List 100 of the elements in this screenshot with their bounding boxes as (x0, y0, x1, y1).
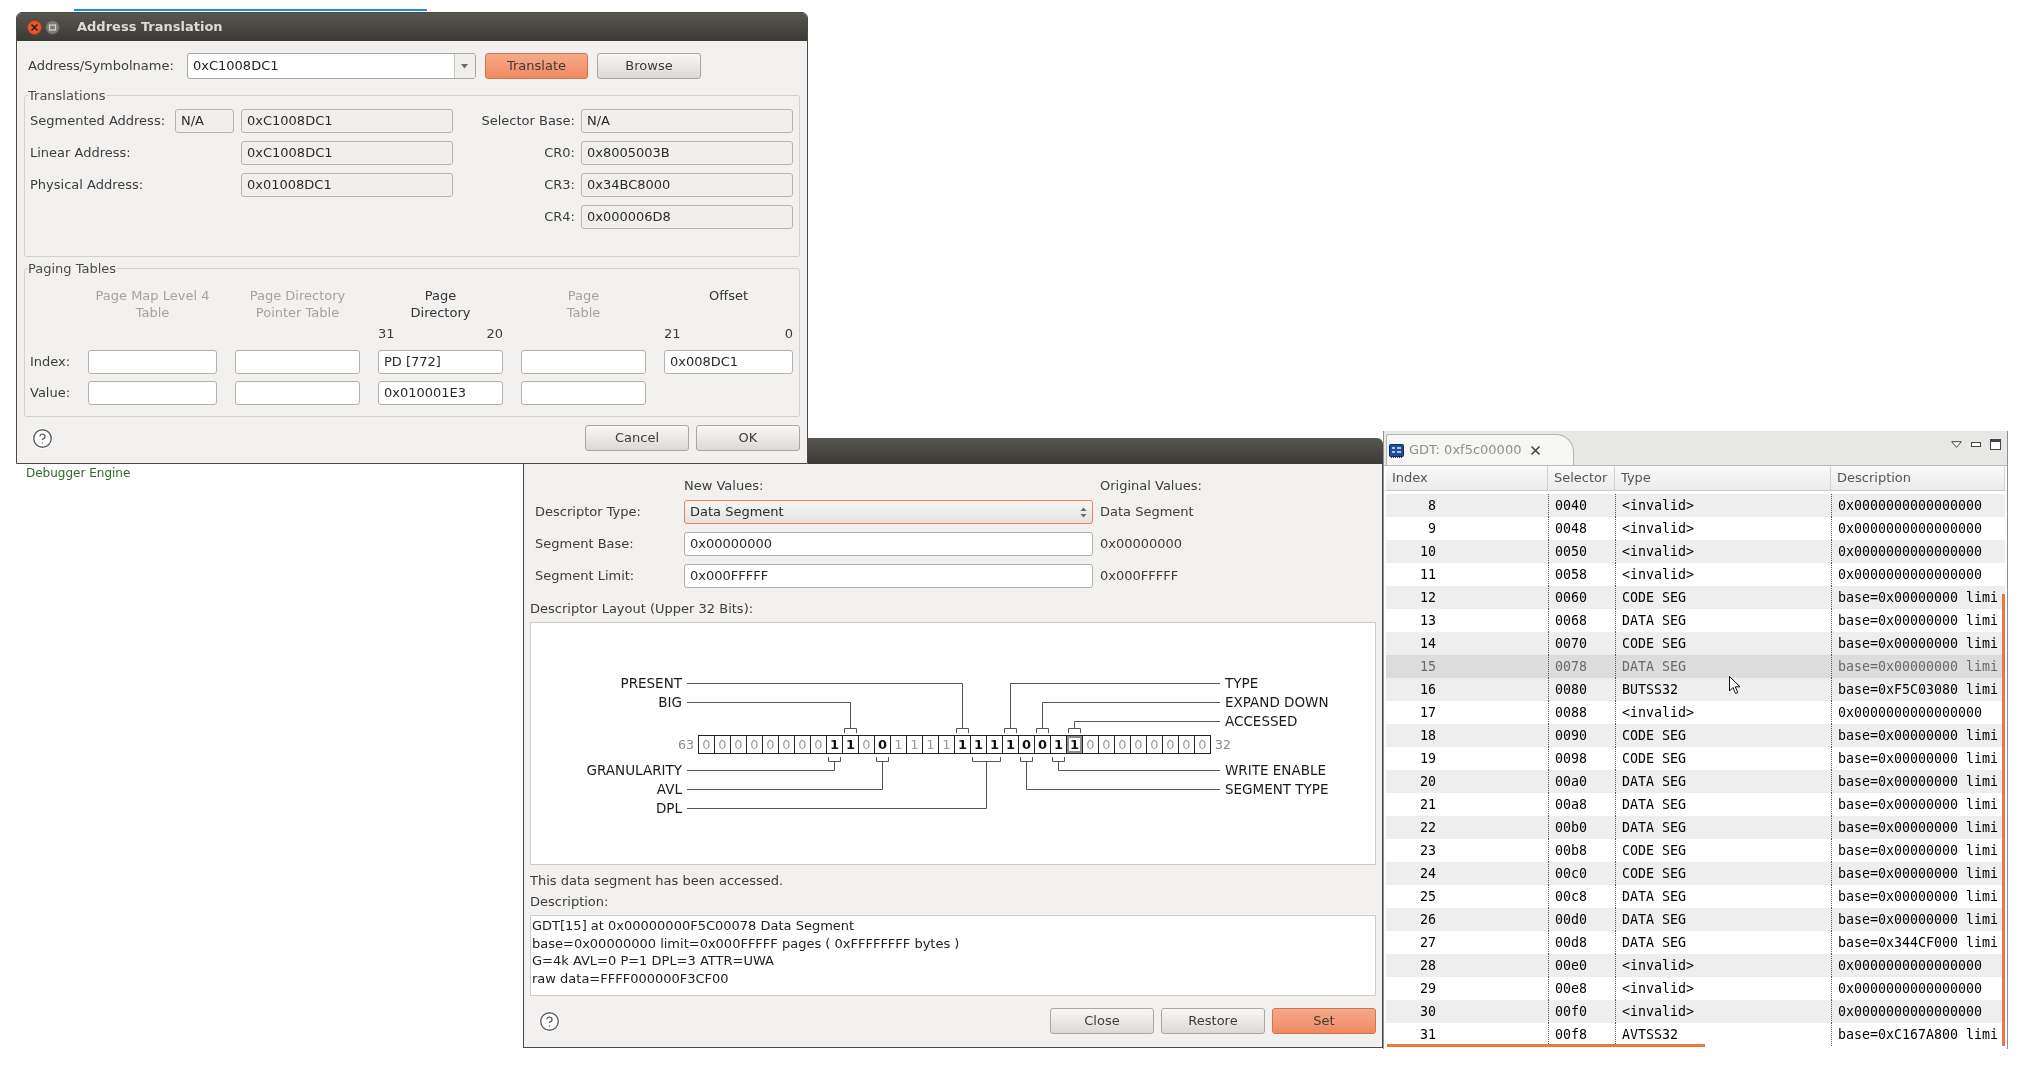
bit-field-label: AVL (656, 781, 682, 797)
field-label: Physical Address: (30, 176, 145, 195)
dialog-button[interactable]: OK (696, 425, 800, 451)
description-field[interactable]: GDT[15] at 0x00000000F5C00078 Data Segment base=0x00000000 limit=0x000FFFFF pages ( 0xFFFFFFFF bytes ) G=4k AVL=0 P=1 DPL=3 ATTR=UWA raw data=FFFF000000F3CF00 (530, 915, 1376, 996)
table-row[interactable]: 15 0078 DATA SEG base=0x00000000 limi (1386, 655, 2005, 678)
column-header[interactable]: Selector (1548, 466, 1615, 490)
dialog-button[interactable]: Set (1272, 1008, 1376, 1034)
table-row[interactable]: 24 00c0 CODE SEG base=0x00000000 limi (1386, 862, 2005, 885)
help-icon[interactable] (539, 1010, 560, 1032)
text-field[interactable] (521, 350, 646, 374)
table-row[interactable]: 14 0070 CODE SEG base=0x00000000 limi (1386, 632, 2005, 655)
bit-cell: 0 (730, 735, 747, 754)
dialog-button[interactable]: Cancel (585, 425, 689, 451)
bit-cell: 0 (762, 735, 779, 754)
text-field[interactable]: 0x01008DC1 (241, 173, 453, 197)
text-field[interactable] (235, 381, 360, 405)
dialog-button[interactable]: Browse (597, 53, 701, 79)
text-field[interactable]: 0xC1008DC1 (241, 109, 453, 133)
table-cell-text: 27 (1419, 933, 1437, 952)
table-cell-text: 9 (1427, 519, 1437, 538)
bit-field-label: SEGMENT TYPE (1225, 781, 1329, 797)
table-row[interactable]: 28 00e0 <invalid> 0x0000000000000000 (1386, 954, 2005, 977)
maximize-icon[interactable] (1990, 439, 2001, 450)
bit-cell: 0 (1130, 735, 1147, 754)
text-field[interactable] (88, 381, 217, 405)
bit-cell: 0 (1098, 735, 1115, 754)
bit-field-label: TYPE (1225, 675, 1259, 691)
maximize-icon[interactable] (45, 19, 60, 35)
address-combo-box[interactable]: 0xC1008DC1 (187, 53, 476, 79)
column-heading: New Values: (684, 477, 764, 494)
table-cell-text: 28 (1419, 956, 1437, 975)
column-header[interactable]: Type (1615, 466, 1831, 490)
chip-icon (1389, 442, 1404, 458)
text-field[interactable]: 0x000006D8 (581, 205, 793, 229)
window-title: Address Translation (77, 18, 223, 37)
column-header: Page Directory (410, 287, 471, 321)
text-field[interactable]: 0x000FFFFF (684, 564, 1093, 588)
bit-cell: 0 (874, 735, 891, 754)
original-value: 0x000FFFFF (1100, 567, 1179, 586)
bit-cell: 0 (810, 735, 827, 754)
table-row[interactable]: 22 00b0 DATA SEG base=0x00000000 limi (1386, 816, 2005, 839)
table-row[interactable]: 20 00a0 DATA SEG base=0x00000000 limi (1386, 770, 2005, 793)
text-field[interactable]: N/A (581, 109, 793, 133)
dropdown-arrow-icon[interactable] (1951, 441, 1962, 448)
table-row[interactable]: 26 00d0 DATA SEG base=0x00000000 limi (1386, 908, 2005, 931)
text-field[interactable]: 0x00000000 (684, 532, 1093, 556)
bit-field-label: GRANULARITY (586, 762, 682, 778)
table-row[interactable]: 18 0090 CODE SEG base=0x00000000 limi (1386, 724, 2005, 747)
field-label: Address/Symbolname: (28, 57, 175, 76)
table-cell-text: 20 (1419, 772, 1437, 791)
text-field[interactable] (521, 381, 646, 405)
dialog-button[interactable]: Close (1050, 1008, 1154, 1034)
table-cell-text: 23 (1419, 841, 1437, 860)
table-row[interactable]: 10 0050 <invalid> 0x0000000000000000 (1386, 540, 2005, 563)
text-field[interactable]: 0x010001E3 (378, 381, 503, 405)
text-field[interactable]: 0x34BC8000 (581, 173, 793, 197)
table-row[interactable]: 16 0080 BUTSS32 base=0xF5C03080 limi (1386, 678, 2005, 701)
dialog-button[interactable]: Translate (485, 53, 588, 79)
bit-cell: 0 (746, 735, 763, 754)
text-field[interactable]: 0x008DC1 (664, 350, 793, 374)
bit-cell: 0 (1018, 735, 1035, 754)
text-field[interactable]: N/A (175, 109, 234, 133)
field-label: CR0: (544, 144, 575, 163)
help-icon[interactable] (32, 427, 53, 449)
column-header[interactable]: Index (1386, 466, 1548, 490)
bit-cell: 1 (1066, 735, 1083, 754)
field-label: CR3: (544, 176, 575, 195)
text-field[interactable]: PD [772] (378, 350, 503, 374)
minimize-icon[interactable] (1971, 442, 1981, 447)
table-cell-text: 19 (1419, 749, 1437, 768)
close-icon[interactable] (1530, 444, 1542, 456)
bit-cell: 1 (890, 735, 907, 754)
mouse-pointer-icon (1729, 676, 1741, 695)
table-cell-text: 10 (1419, 542, 1437, 561)
bit-cell: 1 (906, 735, 923, 754)
text-field[interactable]: 0x8005003B (581, 141, 793, 165)
table-row[interactable]: 8 0040 <invalid> 0x0000000000000000 (1386, 494, 2005, 517)
text-field[interactable] (88, 350, 217, 374)
table-row[interactable]: 12 0060 CODE SEG base=0x00000000 limi (1386, 586, 2005, 609)
dialog-button[interactable]: Restore (1161, 1008, 1265, 1034)
bit-cell: 1 (826, 735, 843, 754)
column-header: Page Directory Pointer Table (249, 287, 346, 321)
bit-field-label: PRESENT (620, 675, 682, 691)
bit-field-label: ACCESSED (1225, 713, 1298, 729)
bit-cell: 1 (938, 735, 955, 754)
close-icon[interactable] (27, 19, 42, 35)
column-header[interactable]: Description (1831, 466, 2005, 490)
field-label: CR4: (544, 208, 575, 227)
table-cell-text: 29 (1419, 979, 1437, 998)
section-label: Descriptor Layout (Upper 32 Bits): (530, 600, 754, 617)
text-field[interactable] (235, 350, 360, 374)
bit-cell: 0 (794, 735, 811, 754)
background-window-text: Debugger Engine (26, 466, 131, 481)
bit-cell: 0 (1194, 735, 1211, 754)
descriptor-type-select[interactable]: Data Segment (684, 500, 1093, 524)
table-cell-text: 31 (1419, 1025, 1437, 1044)
text-field[interactable]: 0xC1008DC1 (241, 141, 453, 165)
table-cell-text: 11 (1419, 565, 1437, 584)
table-row[interactable]: 30 00f0 <invalid> 0x0000000000000000 (1386, 1000, 2005, 1023)
bit-cell: 0 (778, 735, 795, 754)
